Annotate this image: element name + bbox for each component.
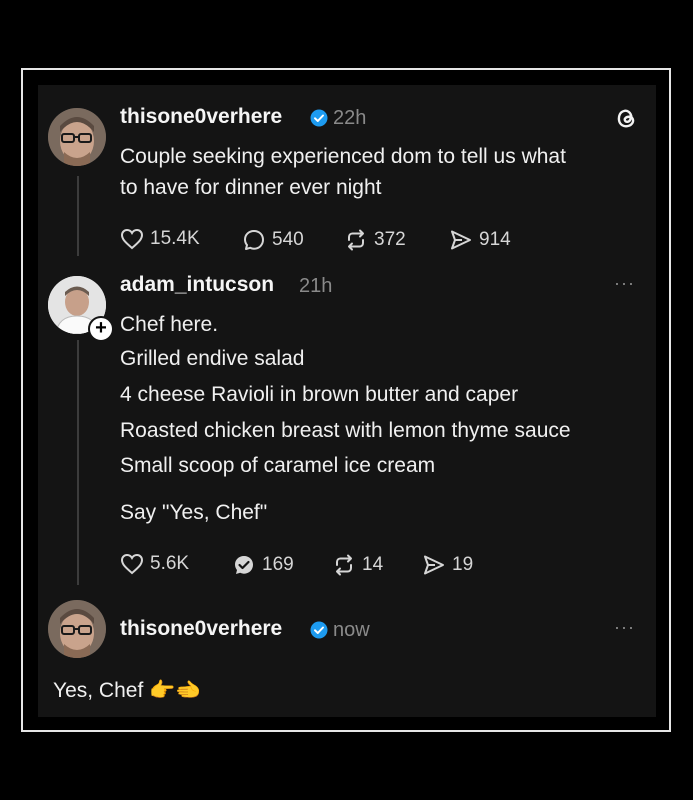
verified-icon <box>310 109 328 127</box>
more-icon[interactable]: ··· <box>614 617 635 638</box>
repost-icon <box>336 554 352 576</box>
post3-text: Yes, Chef 👉🫲 <box>53 675 201 706</box>
pointing-hands-emoji: 👉🫲 <box>149 679 202 702</box>
more-icon[interactable]: ··· <box>614 273 635 294</box>
heart-icon <box>120 228 144 250</box>
post2-text-line: Chef here. <box>120 313 219 336</box>
reply-icon <box>235 556 253 574</box>
share-icon <box>424 555 444 575</box>
reply-count: 169 <box>262 554 294 575</box>
post2-text-line: 4 cheese Ravioli in brown butter and cap… <box>120 383 519 406</box>
post2-closing-line: Say "Yes, Chef" <box>120 501 268 524</box>
post3-time: now <box>333 619 370 641</box>
follow-plus-icon[interactable]: + <box>88 316 114 342</box>
post2-text-line: Roasted chicken breast with lemon thyme … <box>120 419 571 442</box>
post2-text-line: Small scoop of caramel ice cream <box>120 454 436 477</box>
share-button[interactable]: 914 <box>449 228 511 252</box>
like-button[interactable]: 15.4K <box>120 228 200 250</box>
repost-icon <box>348 229 364 251</box>
reply-button[interactable]: 540 <box>242 228 304 252</box>
reply-button[interactable]: 169 <box>232 553 294 577</box>
post2-username[interactable]: adam_intucson <box>120 273 274 297</box>
post1-text-line: to have for dinner ever night <box>120 176 382 199</box>
repost-button[interactable]: 14 <box>332 553 383 577</box>
share-count: 19 <box>452 554 474 575</box>
verified-icon <box>310 621 328 639</box>
like-count: 5.6K <box>150 553 190 574</box>
post2-time: 21h <box>299 275 333 297</box>
post1-time: 22h <box>333 107 367 129</box>
share-count: 914 <box>479 229 511 250</box>
post3-username[interactable]: thisone0verhere <box>120 617 282 641</box>
like-count: 15.4K <box>150 228 200 249</box>
share-button[interactable]: 19 <box>422 553 473 577</box>
avatar[interactable] <box>48 600 106 658</box>
post3-text-label: Yes, Chef <box>53 679 144 702</box>
post1-username[interactable]: thisone0verhere <box>120 105 282 129</box>
heart-icon <box>120 553 144 575</box>
repost-count: 372 <box>374 229 406 250</box>
avatar[interactable] <box>48 108 106 166</box>
like-button[interactable]: 5.6K <box>120 553 189 575</box>
post2-text-line: Grilled endive salad <box>120 347 305 370</box>
share-icon <box>451 230 471 250</box>
threads-logo-icon[interactable] <box>613 105 639 131</box>
reply-count: 540 <box>272 229 304 250</box>
post1-text-line: Couple seeking experienced dom to tell u… <box>120 145 566 168</box>
thread-line <box>77 340 79 585</box>
thread-line <box>77 176 79 256</box>
reply-icon <box>244 230 264 250</box>
repost-count: 14 <box>362 554 384 575</box>
repost-button[interactable]: 372 <box>344 228 406 252</box>
